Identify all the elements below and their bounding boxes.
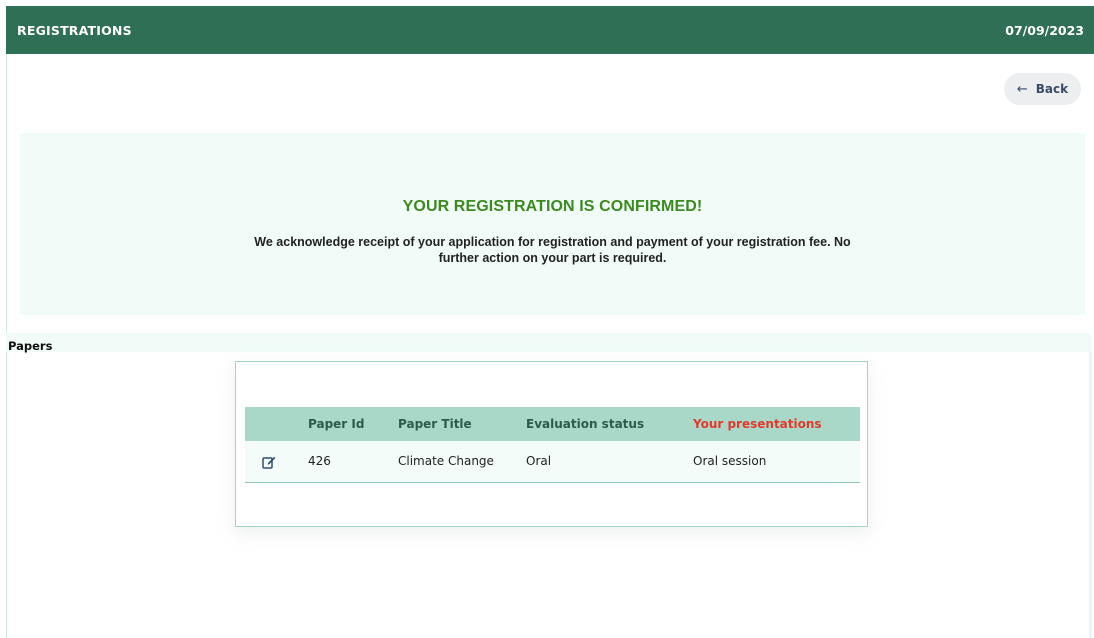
papers-section-header [6, 333, 1091, 352]
cell-paper-id: 426 [308, 454, 331, 469]
confirmation-message: We acknowledge receipt of your applicati… [254, 235, 851, 265]
column-header-your-presentations: Your presentations [693, 417, 822, 431]
page-title: REGISTRATIONS [17, 22, 132, 38]
confirmation-title: YOUR REGISTRATION IS CONFIRMED! [402, 198, 703, 215]
confirmation-panel: YOUR REGISTRATION IS CONFIRMED! We ackno… [20, 133, 1085, 315]
column-header-evaluation-status: Evaluation status [526, 417, 645, 431]
cell-evaluation-status: Oral [526, 454, 552, 469]
papers-section-border [1089, 352, 1092, 638]
top-bar: REGISTRATIONS 07/09/2023 [6, 6, 1094, 54]
edit-icon[interactable] [262, 455, 276, 469]
back-button[interactable]: ← Back [1004, 73, 1081, 105]
back-button-label: Back [1035, 82, 1069, 96]
table-header-row: Paper Id Paper Title Evaluation status Y… [245, 407, 860, 441]
current-date: 07/09/2023 [1005, 22, 1084, 38]
cell-paper-title: Climate Change [398, 454, 494, 469]
papers-table: Paper Id Paper Title Evaluation status Y… [245, 407, 860, 483]
cell-actions [245, 441, 308, 482]
table-row: 426 Climate Change Oral Oral session [245, 441, 860, 482]
column-header-paper-id: Paper Id [308, 417, 365, 431]
papers-section-label: Papers [8, 339, 53, 353]
column-header-actions [245, 407, 308, 441]
arrow-left-icon: ← [1016, 81, 1028, 97]
column-header-paper-title: Paper Title [398, 417, 472, 431]
cell-presentation: Oral session [693, 454, 767, 469]
